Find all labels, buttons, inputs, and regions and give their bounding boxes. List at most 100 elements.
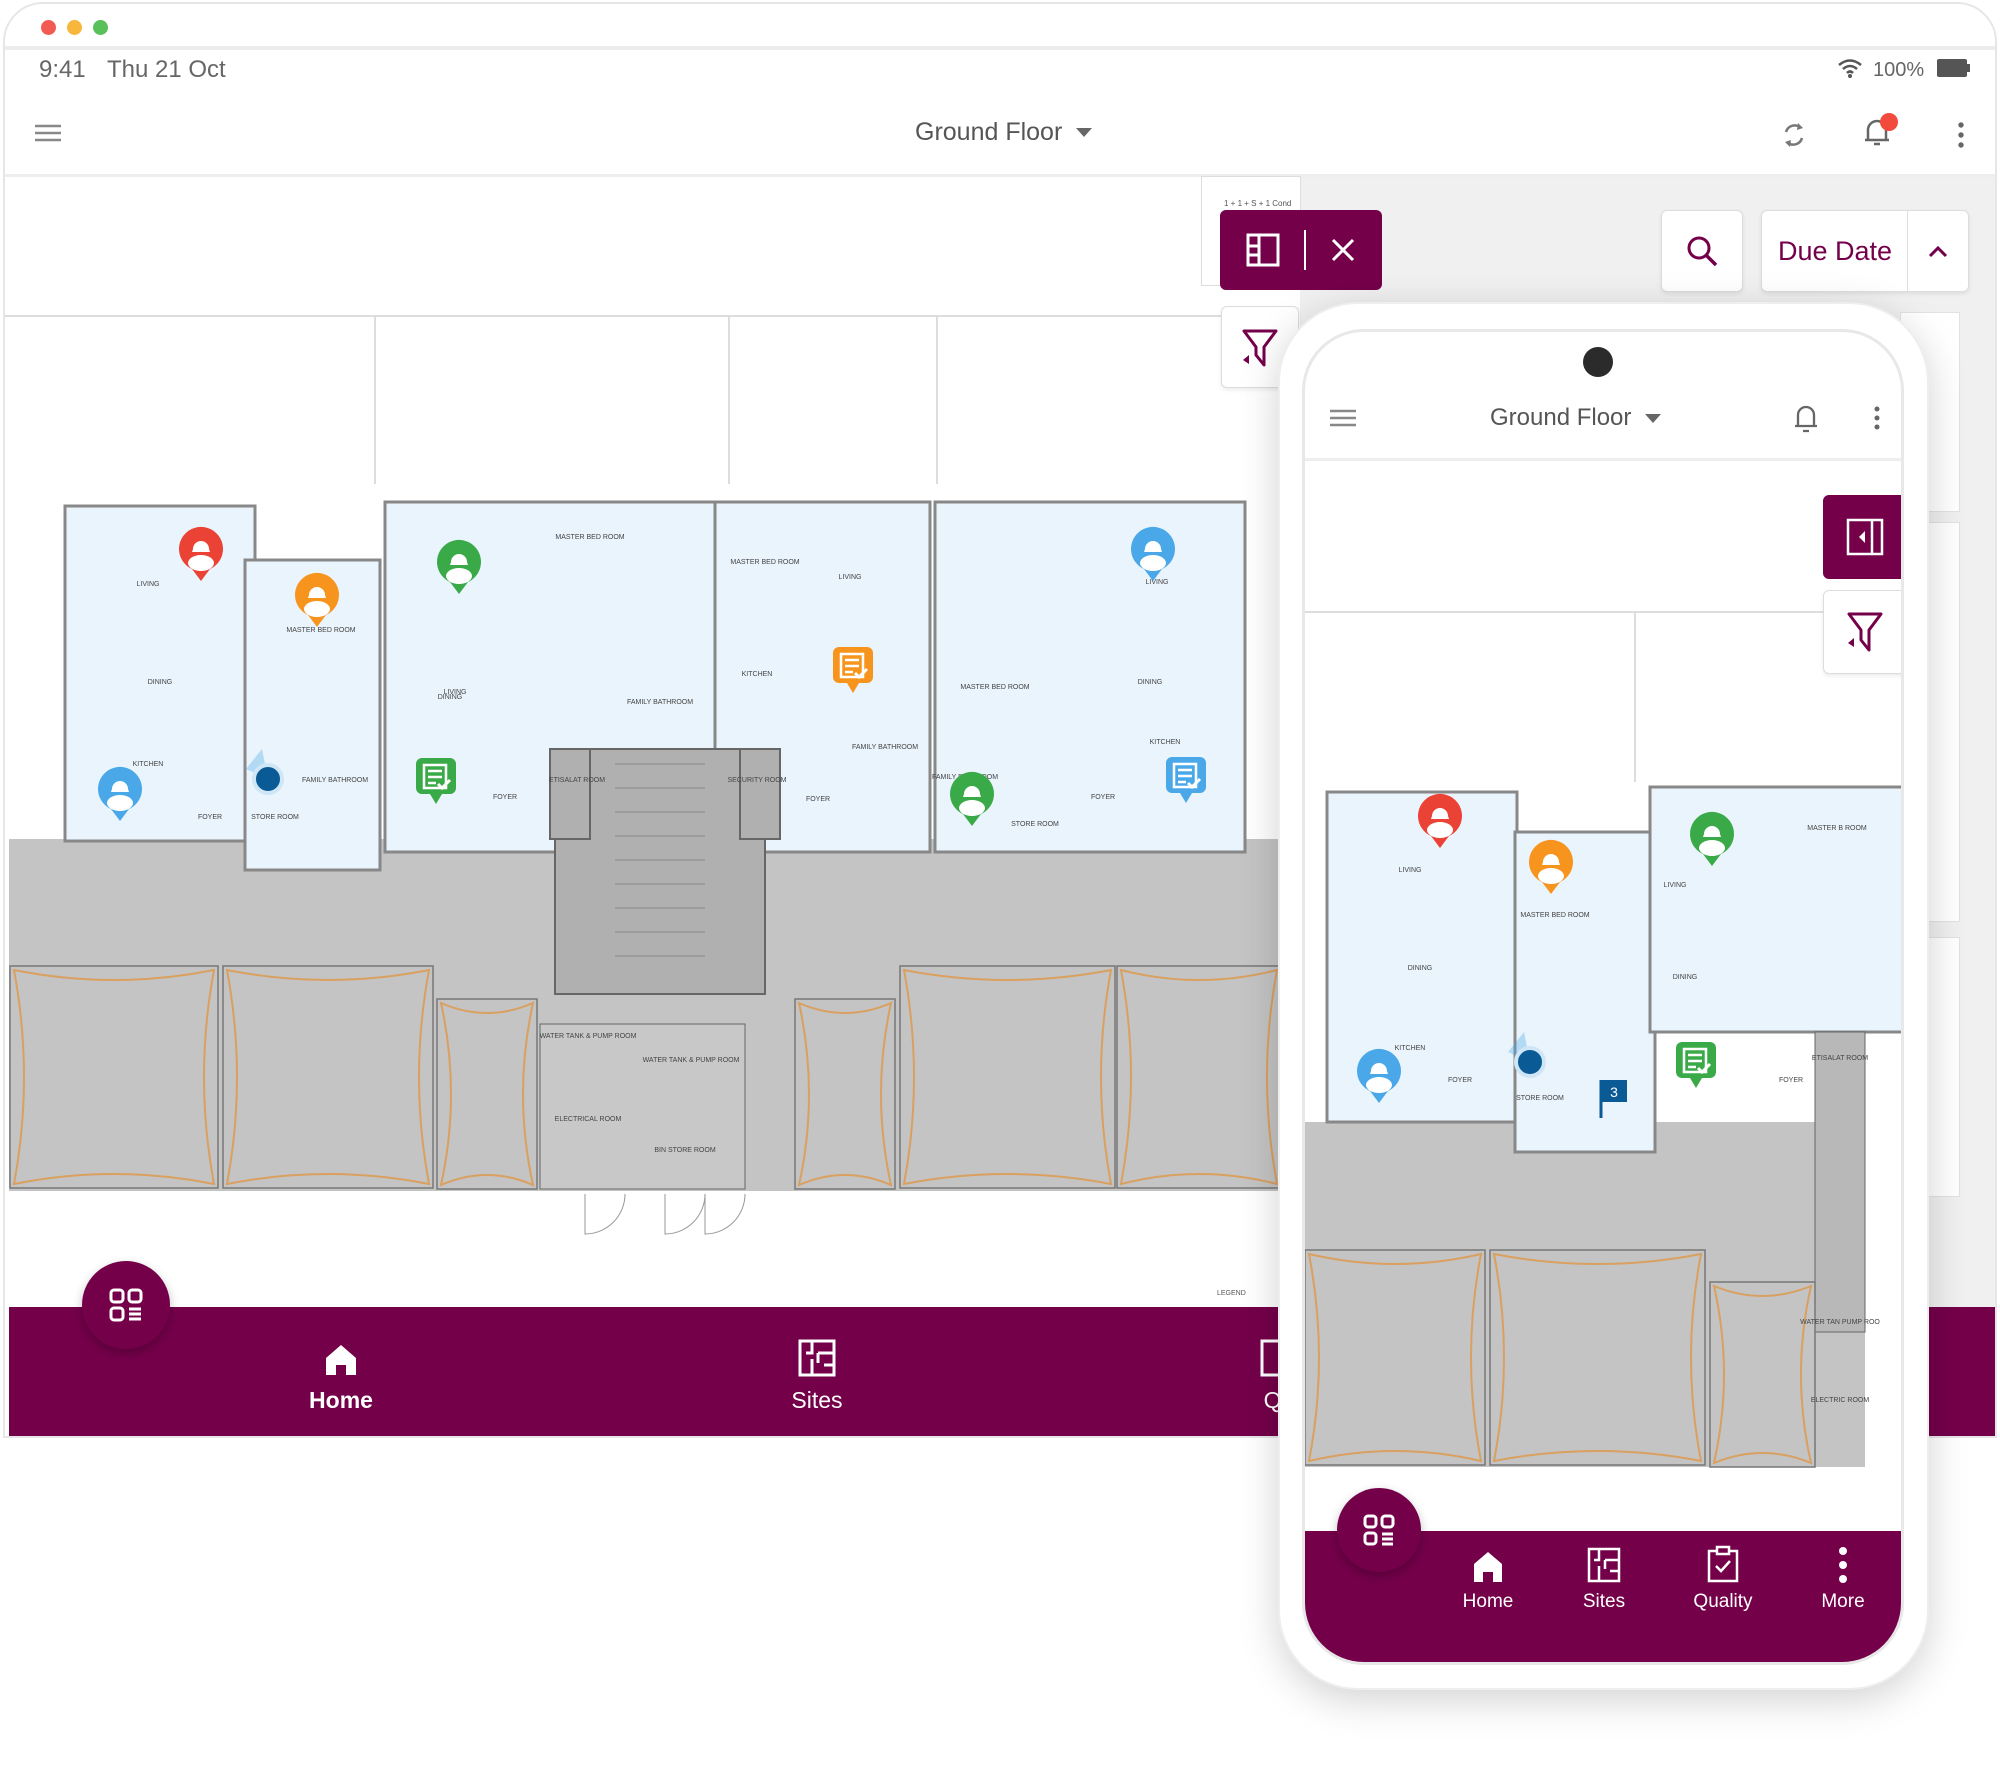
room-label: DINING <box>1408 965 1433 972</box>
nav-sites[interactable]: Sites <box>1549 1547 1659 1613</box>
clipboard-check-icon <box>1707 1545 1739 1583</box>
door-swing <box>664 1193 706 1235</box>
room-label: BIN STORE ROOM <box>654 1147 715 1154</box>
room-label: MASTER BED ROOM <box>960 684 1029 691</box>
room-label: KITCHEN <box>1395 1045 1426 1052</box>
qr-grid-icon <box>109 1288 143 1322</box>
room-label: FOYER <box>493 794 517 801</box>
sort-label: Due Date <box>1778 235 1893 266</box>
room-label: FAMILY BATHROOM <box>627 699 693 706</box>
room-label: ELECTRICAL ROOM <box>555 1116 622 1123</box>
nav-sites-label: Sites <box>791 1387 843 1413</box>
room-label: LIVING <box>1146 579 1169 586</box>
panel-collapse-icon <box>1846 518 1884 556</box>
panel-toggle-icon[interactable] <box>1246 233 1280 267</box>
stair-core <box>1814 1031 1866 1333</box>
room-label: STORE ROOM <box>1516 1095 1564 1102</box>
more-vertical-icon[interactable] <box>1957 122 1965 148</box>
service-rooms <box>539 1023 746 1190</box>
apartment-unit <box>1513 830 1657 1154</box>
qr-scan-fab[interactable] <box>1337 1488 1421 1572</box>
worker-body-icon <box>1538 868 1564 884</box>
room-label: KITCHEN <box>742 671 773 678</box>
room-label: DINING <box>148 679 173 686</box>
qr-scan-fab[interactable] <box>82 1261 170 1349</box>
nav-sites[interactable]: Sites <box>747 1339 887 1414</box>
tablet-floor-plan[interactable]: LIVING DINING KITCHEN MASTER BED ROOM FAMILY… <box>5 4 1282 1304</box>
wifi-icon <box>1838 59 1862 78</box>
filter-icon <box>1242 329 1278 367</box>
room-label: STORE ROOM <box>251 814 299 821</box>
toggle-divider <box>1304 230 1306 270</box>
room-label: FOYER <box>198 814 222 821</box>
floorplan-icon <box>798 1339 836 1377</box>
room-label: WATER TANK & PUMP ROOM <box>540 1033 637 1040</box>
chevron-up-icon[interactable] <box>1908 236 1968 266</box>
room-label: DINING <box>438 694 463 701</box>
room-label: MASTER BED ROOM <box>286 627 355 634</box>
nav-more-label: More <box>1821 1591 1865 1612</box>
battery-percent: 100% <box>1873 59 1925 81</box>
door-swing <box>584 1193 626 1235</box>
nav-home[interactable]: Home <box>1433 1551 1543 1613</box>
filter-icon <box>1847 612 1883 652</box>
room-label: ETISALAT ROOM <box>549 777 605 784</box>
phone-floor-plan[interactable]: LIVING DINING KITCHEN MASTER BED ROOM FOYER S… <box>1305 332 1904 1532</box>
room-label: FOYER <box>1448 1077 1472 1084</box>
room-label: WATER TAN PUMP ROO <box>1800 1319 1880 1326</box>
worker-body-icon <box>107 795 133 811</box>
worker-body-icon <box>959 800 985 816</box>
worker-body-icon <box>188 555 214 571</box>
room-label: WATER TANK & PUMP ROOM <box>643 1057 740 1064</box>
flag-badge-count: 3 <box>1610 1084 1618 1100</box>
legend-label: LEGEND <box>1217 1290 1246 1297</box>
room-label: MASTER B ROOM <box>1807 825 1867 832</box>
nav-more[interactable]: More <box>1788 1547 1898 1613</box>
room-label: KITCHEN <box>1150 739 1181 746</box>
room-label: KITCHEN <box>133 761 164 768</box>
nav-quality-label: Quality <box>1693 1591 1753 1612</box>
room-label: FOYER <box>806 796 830 803</box>
document-marker[interactable] <box>1676 1042 1716 1088</box>
room-label: FAMILY BATHROOM <box>852 744 918 751</box>
floorplan-icon <box>1587 1547 1621 1583</box>
nav-home-label: Home <box>309 1387 373 1413</box>
sync-icon[interactable] <box>1781 120 1807 150</box>
nav-quality[interactable]: Quality <box>1668 1545 1778 1613</box>
apartment-unit <box>1325 790 1519 1124</box>
sort-dropdown[interactable]: Due Date <box>1761 210 1969 292</box>
room-label: LIVING <box>1664 882 1687 889</box>
room-label: FOYER <box>1779 1077 1803 1084</box>
worker-body-icon <box>304 601 330 617</box>
home-icon <box>1474 1552 1502 1582</box>
bell-icon[interactable] <box>1861 112 1898 152</box>
nav-sites-label: Sites <box>1582 1591 1626 1612</box>
plan-title-text: 1 + 1 + S + 1 Cond <box>1224 199 1292 208</box>
more-vertical-icon <box>1839 1547 1847 1583</box>
room-label: MASTER BED ROOM <box>1520 912 1589 919</box>
worker-body-icon <box>1366 1077 1392 1093</box>
room-label: ELECTRIC ROOM <box>1811 1397 1870 1404</box>
close-icon[interactable] <box>1330 237 1356 263</box>
worker-body-icon <box>1140 555 1166 571</box>
phone-screen: Ground Floor LIVING DINING KITCHEN MASTER B… <box>1302 329 1904 1665</box>
worker-body-icon <box>1699 840 1725 856</box>
qr-grid-icon <box>1363 1514 1395 1546</box>
apartment-unit <box>1648 785 1901 1034</box>
room-label: DINING <box>1138 679 1163 686</box>
battery-icon <box>1937 59 1970 77</box>
room-label: FAMILY BATHROOM <box>302 777 368 784</box>
notification-badge <box>1880 113 1898 131</box>
search-button[interactable] <box>1661 210 1743 292</box>
current-location-dot <box>252 763 284 795</box>
room-label: SECURITY ROOM <box>728 777 787 784</box>
panel-collapse-button[interactable] <box>1823 495 1901 579</box>
nav-home[interactable]: Home <box>271 1343 411 1414</box>
stair-core <box>739 748 781 840</box>
nav-home-label: Home <box>1462 1591 1514 1612</box>
room-label: STORE ROOM <box>1011 821 1059 828</box>
filter-button[interactable] <box>1823 590 1901 674</box>
room-label: FOYER <box>1091 794 1115 801</box>
search-icon <box>1687 236 1718 267</box>
pin-tail <box>1690 1078 1702 1088</box>
